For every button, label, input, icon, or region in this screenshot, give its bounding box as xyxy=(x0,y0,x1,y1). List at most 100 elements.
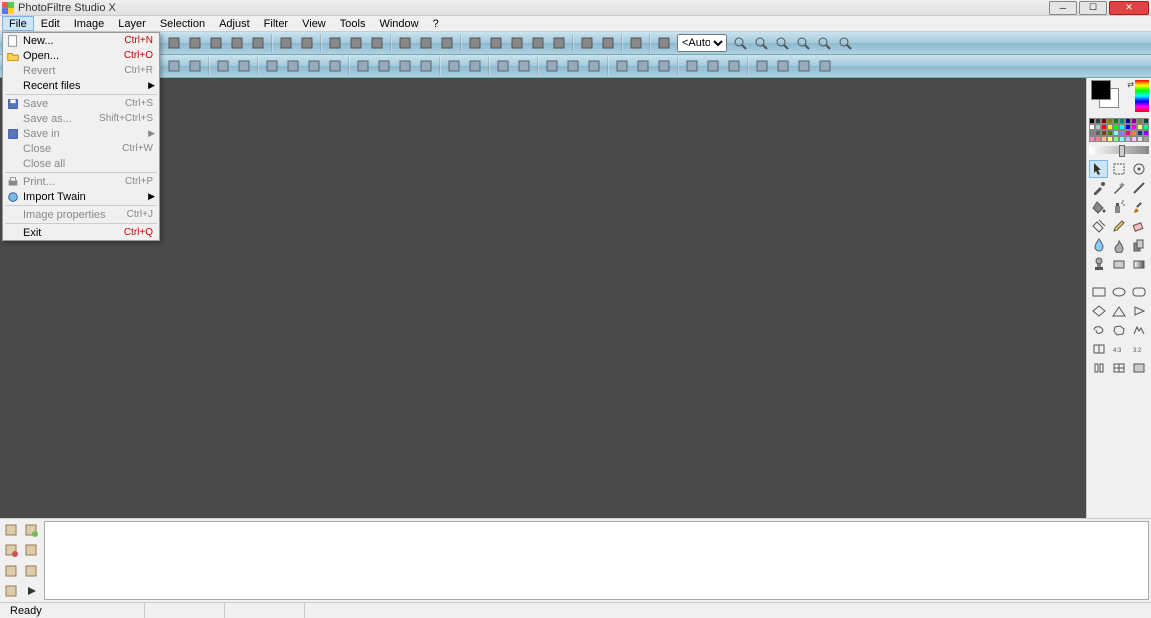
selection-tool[interactable] xyxy=(1109,160,1128,178)
shape-lasso[interactable] xyxy=(1089,321,1108,339)
tb-canvas[interactable] xyxy=(486,33,506,53)
tb-fx[interactable] xyxy=(437,33,457,53)
tb-picture[interactable] xyxy=(626,33,646,53)
tb-save[interactable] xyxy=(206,33,226,53)
shape-rect[interactable] xyxy=(1089,283,1108,301)
thumb-btn-5[interactable] xyxy=(2,562,20,580)
thumb-btn-1[interactable] xyxy=(2,521,20,539)
minimize-button[interactable]: ─ xyxy=(1049,1,1077,15)
menu-edit[interactable]: Edit xyxy=(34,16,67,31)
tb2-sepia[interactable] xyxy=(514,56,534,76)
tb2-art1[interactable] xyxy=(612,56,632,76)
spectrum-picker[interactable] xyxy=(1135,80,1149,112)
menu-adjust[interactable]: Adjust xyxy=(212,16,257,31)
menu-image[interactable]: Image xyxy=(67,16,112,31)
shape-diamond[interactable] xyxy=(1089,302,1108,320)
pipette-tool[interactable] xyxy=(1089,179,1108,197)
tb2-hist[interactable] xyxy=(444,56,464,76)
shape-tool[interactable] xyxy=(1109,255,1128,273)
tb2-sat+[interactable] xyxy=(416,56,436,76)
shape-ratio-1[interactable] xyxy=(1089,340,1108,358)
menu-window[interactable]: Window xyxy=(372,16,425,31)
tb-zoomsel[interactable] xyxy=(654,33,674,53)
foreground-color-swatch[interactable] xyxy=(1091,80,1111,100)
shape-custom[interactable] xyxy=(1130,321,1149,339)
tb2-c3[interactable] xyxy=(794,56,814,76)
thumb-btn-3[interactable] xyxy=(2,541,20,559)
tb-auto2[interactable] xyxy=(598,33,618,53)
zoom-select[interactable]: <Auto> xyxy=(677,34,727,52)
file-menu-open-[interactable]: Open...Ctrl+O xyxy=(3,48,159,63)
tb2-c2[interactable] xyxy=(773,56,793,76)
tb-open[interactable] xyxy=(185,33,205,53)
tb-actual[interactable] xyxy=(793,33,813,53)
shape-ellipse[interactable] xyxy=(1109,283,1128,301)
menu-selection[interactable]: Selection xyxy=(153,16,212,31)
thumb-btn-6[interactable] xyxy=(22,562,40,580)
tolerance-slider[interactable] xyxy=(1089,146,1149,154)
tb-redo[interactable] xyxy=(297,33,317,53)
advanced-brush-tool[interactable] xyxy=(1089,217,1108,235)
file-menu-recent-files[interactable]: Recent files▶ xyxy=(3,78,159,93)
thumb-btn-4[interactable] xyxy=(22,541,40,559)
tb2-bright-[interactable] xyxy=(262,56,282,76)
tb-layers[interactable] xyxy=(416,33,436,53)
pencil-tool[interactable] xyxy=(1109,217,1128,235)
tb-zoomin[interactable] xyxy=(730,33,750,53)
tb2-b3[interactable] xyxy=(724,56,744,76)
tb2-flip-h[interactable] xyxy=(213,56,233,76)
tb2-bright+[interactable] xyxy=(283,56,303,76)
swap-colors-icon[interactable]: ⇄ xyxy=(1127,80,1134,89)
tb-resize[interactable] xyxy=(465,33,485,53)
tb-text[interactable] xyxy=(507,33,527,53)
tb-zoomout[interactable] xyxy=(751,33,771,53)
line-tool[interactable] xyxy=(1130,179,1149,197)
tb-explore[interactable] xyxy=(835,33,855,53)
brush-tool[interactable] xyxy=(1130,198,1149,216)
tb2-b1[interactable] xyxy=(682,56,702,76)
gradient-tool[interactable] xyxy=(1130,255,1149,273)
thumb-btn-2[interactable] xyxy=(22,521,40,539)
shape-roundrect[interactable] xyxy=(1130,283,1149,301)
workspace-canvas[interactable] xyxy=(0,78,1086,518)
tb-clip[interactable] xyxy=(367,33,387,53)
tb2-gamma+[interactable] xyxy=(374,56,394,76)
tb-print[interactable] xyxy=(227,33,247,53)
menu-view[interactable]: View xyxy=(295,16,333,31)
tb2-c1[interactable] xyxy=(752,56,772,76)
spray-tool[interactable] xyxy=(1109,198,1128,216)
pointer-tool[interactable] xyxy=(1089,160,1108,178)
tb2-soft[interactable] xyxy=(563,56,583,76)
tb2-art3[interactable] xyxy=(654,56,674,76)
tb-textv[interactable] xyxy=(528,33,548,53)
swatch[interactable] xyxy=(1143,136,1149,142)
file-menu-exit[interactable]: ExitCtrl+Q xyxy=(3,225,159,240)
menu-help[interactable]: ? xyxy=(426,16,446,31)
tb2-art2[interactable] xyxy=(633,56,653,76)
tb2-back[interactable] xyxy=(164,56,184,76)
thumbnail-strip[interactable] xyxy=(44,521,1149,600)
thumb-play[interactable] xyxy=(22,582,40,600)
thumb-btn-7[interactable] xyxy=(2,582,20,600)
tb2-blur[interactable] xyxy=(584,56,604,76)
menu-file[interactable]: File xyxy=(2,16,34,31)
stamp-tool[interactable] xyxy=(1089,255,1108,273)
tb2-sat-[interactable] xyxy=(395,56,415,76)
file-menu-new-[interactable]: New...Ctrl+N xyxy=(3,33,159,48)
eraser-tool[interactable] xyxy=(1130,217,1149,235)
maximize-button[interactable]: ☐ xyxy=(1079,1,1107,15)
tb2-gray[interactable] xyxy=(493,56,513,76)
tb2-gamma-[interactable] xyxy=(353,56,373,76)
shape-ratio-43[interactable]: 4:3 xyxy=(1109,340,1128,358)
tb2-fwd[interactable] xyxy=(185,56,205,76)
tb2-c4[interactable] xyxy=(815,56,835,76)
tb-full[interactable] xyxy=(814,33,834,53)
tb2-flip-v[interactable] xyxy=(234,56,254,76)
move-tool[interactable] xyxy=(1130,160,1149,178)
tb-paste[interactable] xyxy=(346,33,366,53)
shape-triangle-right[interactable] xyxy=(1130,302,1149,320)
close-button[interactable]: ✕ xyxy=(1109,1,1149,15)
shape-opt-2[interactable] xyxy=(1109,359,1128,377)
clone-tool[interactable] xyxy=(1130,236,1149,254)
tb-twain[interactable] xyxy=(248,33,268,53)
